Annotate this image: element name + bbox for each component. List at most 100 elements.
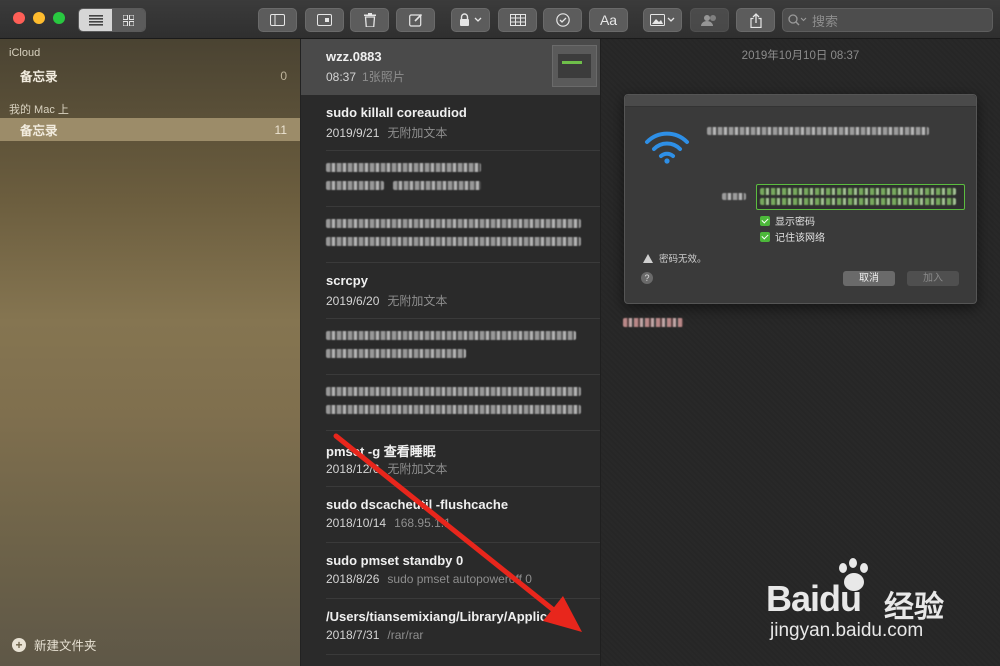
warning-icon	[643, 253, 653, 263]
notes-list: wzz.0883 08:37 1张照片 sudo killall coreaudi…	[301, 39, 600, 666]
note-item-redacted[interactable]	[301, 375, 600, 431]
new-folder-label: 新建文件夹	[34, 639, 97, 653]
redacted-password	[760, 198, 956, 205]
checkbox-checked-icon	[760, 215, 770, 226]
note-item-redacted[interactable]	[301, 207, 600, 263]
note-item[interactable]: sudo killall coreaudiod 2019/9/21 无附加文本	[301, 95, 600, 151]
lock-icon	[459, 13, 481, 26]
sidebar-icon	[270, 14, 285, 26]
minimize-window-button[interactable]	[33, 12, 45, 24]
redacted-preview	[326, 237, 581, 246]
redacted-dialog-message	[707, 127, 929, 135]
note-preview: 无附加文本	[387, 462, 448, 476]
note-item[interactable]: sudo pmset standby 0 2018/8/26 sudo pmset…	[301, 543, 600, 599]
folder-count: 0	[280, 68, 287, 83]
note-preview: sudo pmset autopoweroff 0	[387, 572, 532, 586]
note-item[interactable]: scrcpy 2019/6/20 无附加文本	[301, 263, 600, 319]
redacted-date	[326, 181, 384, 190]
delete-button[interactable]	[350, 8, 389, 32]
table-icon	[509, 14, 526, 26]
section-header-icloud: iCloud	[9, 47, 41, 59]
cancel-button: 取消	[843, 271, 895, 286]
redacted-field-label	[722, 193, 746, 200]
note-thumbnail	[552, 45, 597, 87]
baidu-brand: Baidu	[766, 578, 862, 620]
note-date: 2018/7/31	[326, 628, 380, 642]
compose-button[interactable]	[396, 8, 435, 32]
table-button[interactable]	[498, 8, 537, 32]
folder-count: 11	[274, 122, 287, 137]
format-button[interactable]: Aa	[589, 8, 628, 32]
redacted-title	[326, 331, 576, 340]
remember-network-label: 记住该网络	[775, 233, 825, 244]
note-title: pmset -g 查看睡眠	[326, 444, 436, 459]
note-date: 2018/8/26	[326, 572, 380, 586]
baidu-jingyan-watermark: Baidu 经验 jingyan.baidu.com	[766, 558, 996, 648]
grid-icon	[123, 14, 134, 26]
jingyan-url: jingyan.baidu.com	[770, 620, 924, 641]
add-people-icon	[700, 15, 716, 26]
lock-button[interactable]	[451, 8, 490, 32]
close-window-button[interactable]	[13, 12, 25, 24]
note-timestamp: 2019年10月10日 08:37	[741, 50, 860, 62]
checklist-button[interactable]	[543, 8, 582, 32]
note-date: 2019/6/20	[326, 294, 380, 308]
list-view-button[interactable]	[79, 9, 112, 31]
redacted-password	[760, 188, 956, 195]
brand-bai: Bai	[766, 578, 820, 619]
note-item[interactable]: wzz.0883 08:37 1张照片	[301, 39, 600, 95]
share-icon	[749, 12, 762, 28]
join-button: 加入	[907, 271, 959, 286]
attachment-browser-icon	[317, 14, 332, 26]
wifi-icon	[645, 131, 689, 164]
note-preview: 1张照片	[362, 70, 405, 84]
folder-label: 备忘录	[20, 124, 58, 138]
note-preview: 168.95.1.1	[394, 516, 451, 530]
folder-mac-notes[interactable]: 备忘录 11	[0, 118, 300, 141]
note-item-redacted[interactable]	[301, 319, 600, 375]
gallery-view-button[interactable]	[112, 9, 145, 31]
compose-icon	[408, 13, 422, 27]
help-icon: ?	[641, 272, 653, 284]
password-field	[756, 184, 965, 210]
new-folder-button[interactable]: + 新建文件夹	[12, 635, 97, 654]
note-item[interactable]: /Users/tiansemixiang/Library/Applica... …	[301, 599, 600, 655]
media-button[interactable]	[643, 8, 682, 32]
search-placeholder: 搜索	[812, 13, 839, 29]
redacted-preview	[393, 181, 481, 190]
remember-network-checkbox: 记住该网络	[760, 229, 825, 244]
share-button[interactable]	[736, 8, 775, 32]
toggle-sidebar-button[interactable]	[258, 8, 297, 32]
note-item-redacted[interactable]	[301, 151, 600, 207]
note-date: 2018/10/14	[326, 516, 387, 530]
warning-text: 密码无效。	[659, 254, 707, 265]
format-text-icon: Aa	[599, 12, 618, 28]
section-header-on-my-mac: 我的 Mac 上	[9, 104, 69, 116]
checkbox-checked-icon	[760, 231, 770, 242]
checkmark-circle-icon	[555, 13, 570, 27]
photo-icon	[649, 14, 674, 26]
search-field[interactable]: 搜索	[782, 8, 993, 32]
attachments-button[interactable]	[305, 8, 344, 32]
note-item[interactable]: sudo dscacheutil -flushcache 2018/10/14 1…	[301, 487, 600, 543]
redacted-title	[326, 387, 581, 396]
folders-sidebar: iCloud 备忘录 0 我的 Mac 上 备忘录 11 + 新建文件夹	[0, 39, 301, 666]
folder-icloud-notes[interactable]: 备忘录 0	[0, 64, 300, 87]
wifi-password-dialog-image: 显示密码 记住该网络 密码无效。 ? 取消 加入	[624, 94, 977, 304]
note-date: 08:37	[326, 70, 357, 84]
note-title: sudo pmset standby 0	[326, 553, 464, 568]
invalid-password-warning: 密码无效。	[643, 251, 707, 265]
zoom-window-button[interactable]	[53, 12, 65, 24]
collaborate-button[interactable]	[690, 8, 729, 32]
show-password-checkbox: 显示密码	[760, 213, 815, 228]
note-title: scrcpy	[326, 273, 368, 288]
note-preview: /rar/rar	[387, 628, 424, 642]
note-date: 2019/9/21	[326, 126, 380, 140]
list-icon	[88, 14, 103, 26]
note-title: /Users/tiansemixiang/Library/Applica...	[326, 609, 566, 624]
note-item[interactable]: pmset -g 查看睡眠 2018/12/6 无附加文本	[301, 431, 600, 487]
toolbar: Aa 搜索	[0, 0, 1000, 39]
redacted-preview	[326, 405, 581, 414]
note-preview: 无附加文本	[387, 126, 448, 140]
trash-icon	[363, 13, 376, 27]
